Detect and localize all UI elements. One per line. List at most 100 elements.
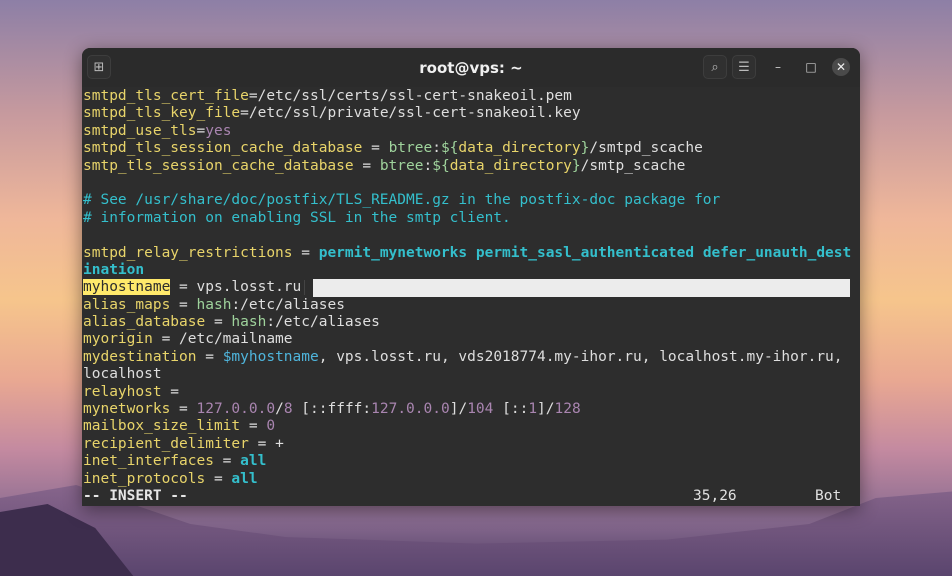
code-token: hash: [231, 314, 267, 331]
maximize-button[interactable]: □: [802, 58, 820, 76]
new-tab-icon: ⊞: [93, 59, 105, 75]
code-token: 8: [283, 401, 293, 418]
code-token: }: [571, 157, 581, 174]
minimize-icon: –: [775, 60, 781, 74]
code-token: data_directory: [449, 157, 572, 174]
code-token: alias_database: [83, 314, 206, 331]
code-token: smtpd_tls_session_cache_database: [83, 140, 363, 157]
code-token: smtpd_relay_restrictions: [83, 244, 293, 261]
code-line: myorigin = /etc/mailname: [83, 331, 859, 348]
code-token: =: [170, 296, 197, 313]
code-token: localhost: [83, 366, 162, 383]
code-token: /smtpd_scache: [589, 140, 703, 157]
code-line: relayhost =: [83, 384, 859, 401]
code-token: ${: [440, 140, 459, 157]
code-line: smtpd_tls_session_cache_database = btree…: [83, 140, 859, 157]
cursor-line-highlight: [313, 279, 850, 297]
code-line: alias_database = hash:/etc/aliases: [83, 314, 859, 331]
code-token: all: [240, 453, 267, 470]
code-line: smtpd_tls_cert_file=/etc/ssl/certs/ssl-c…: [83, 88, 859, 105]
code-token: mailbox_size_limit: [83, 418, 241, 435]
code-token: ination: [83, 261, 145, 278]
vim-mode: -- INSERT --: [83, 487, 188, 504]
code-token: inet_interfaces: [83, 453, 214, 470]
code-token: :: [432, 140, 441, 157]
code-token: ]/: [537, 401, 555, 418]
code-token: 127.0.0.0: [371, 401, 450, 418]
code-token: hash: [196, 296, 232, 313]
maximize-icon: □: [805, 60, 817, 74]
code-token: $myhostname: [222, 348, 319, 365]
code-token: :/etc/aliases: [266, 314, 380, 331]
code-line: ination: [83, 262, 859, 279]
code-token: =: [196, 122, 206, 139]
code-line: smtp_tls_session_cache_database = btree:…: [83, 158, 859, 175]
search-icon: ⌕: [711, 59, 719, 75]
code-line: smtpd_relay_restrictions = permit_mynetw…: [83, 245, 859, 262]
code-token: # information on enabling SSL in the smt…: [83, 209, 511, 226]
code-token: alias_maps: [83, 296, 171, 313]
code-token: /smtp_scache: [580, 157, 686, 174]
code-token: [::: [493, 401, 529, 418]
close-button[interactable]: ✕: [832, 58, 850, 76]
code-token: 1: [528, 401, 538, 418]
code-token: :: [423, 157, 433, 174]
code-token: relayhost: [83, 383, 162, 400]
code-token: smtpd_tls_cert_file: [83, 88, 249, 104]
window-title: root@vps: ~: [419, 58, 523, 77]
code-token: smtpd_tls_key_file: [83, 105, 241, 122]
code-token: permit_mynetworks permit_sasl_authentica…: [318, 244, 852, 261]
code-token: 104: [467, 401, 494, 418]
code-token: 0: [266, 418, 276, 435]
code-line: smtpd_use_tls=yes: [83, 123, 859, 140]
code-token: myorigin: [83, 331, 153, 348]
code-token: , vps.losst.ru, vds2018774.my-ihor.ru, l…: [318, 348, 843, 365]
code-token: mydestination: [83, 348, 197, 365]
code-token: ]/: [449, 401, 468, 418]
code-token: recipient_delimiter: [83, 435, 249, 452]
code-token: [::ffff:: [292, 401, 372, 418]
code-token: btree: [388, 140, 433, 157]
code-token: =: [362, 140, 389, 157]
code-token: =: [353, 157, 380, 174]
code-token: =/etc/ssl/certs/ssl-cert-snakeoil.pem: [248, 88, 572, 104]
code-token: = /etc/mailname: [152, 331, 293, 348]
search-button[interactable]: ⌕: [703, 55, 727, 79]
code-line: mydestination = $myhostname, vps.losst.r…: [83, 349, 859, 366]
code-line: # information on enabling SSL in the smt…: [83, 210, 859, 227]
code-token: data_directory: [458, 140, 581, 157]
code-token: =: [240, 418, 267, 435]
code-token: inet_protocols: [83, 470, 206, 487]
code-token: =: [292, 244, 319, 261]
code-token: btree: [379, 157, 424, 174]
terminal-content[interactable]: smtpd_tls_cert_file=/etc/ssl/certs/ssl-c…: [83, 88, 859, 506]
code-token: # See /usr/share/doc/postfix/TLS_README.…: [83, 192, 721, 209]
new-tab-button[interactable]: ⊞: [87, 55, 111, 79]
text-cursor: [304, 279, 306, 295]
code-line: mynetworks = 127.0.0.0/8 [::ffff:127.0.0…: [83, 401, 859, 418]
vim-status-line: -- INSERT -- 35,26 Bot: [83, 488, 859, 505]
code-token: smtp_tls_session_cache_database: [83, 157, 354, 174]
code-line: inet_protocols = all: [83, 471, 859, 488]
code-token: =: [196, 348, 223, 365]
hamburger-menu-icon: ☰: [738, 59, 750, 75]
code-token: smtpd_use_tls: [83, 122, 197, 139]
code-token: myhostname: [83, 279, 171, 296]
code-token: mynetworks: [83, 401, 171, 418]
code-token: =: [205, 314, 232, 331]
title-bar[interactable]: ⊞ root@vps: ~ ⌕ ☰ – □ ✕: [82, 48, 860, 87]
minimize-button[interactable]: –: [769, 58, 787, 76]
code-token: =: [170, 401, 197, 418]
code-token: = vps.losst.ru: [170, 279, 302, 296]
code-token: :/etc/aliases: [231, 296, 345, 313]
menu-button[interactable]: ☰: [732, 55, 756, 79]
code-line: localhost: [83, 366, 859, 383]
terminal-window: ⊞ root@vps: ~ ⌕ ☰ – □ ✕ smtpd_tls_cert_f…: [82, 48, 860, 506]
code-token: ${: [432, 157, 450, 174]
close-icon: ✕: [835, 60, 847, 74]
vim-buffer[interactable]: smtpd_tls_cert_file=/etc/ssl/certs/ssl-c…: [83, 88, 859, 488]
code-line: # See /usr/share/doc/postfix/TLS_README.…: [83, 192, 859, 209]
code-token: =: [205, 470, 232, 487]
